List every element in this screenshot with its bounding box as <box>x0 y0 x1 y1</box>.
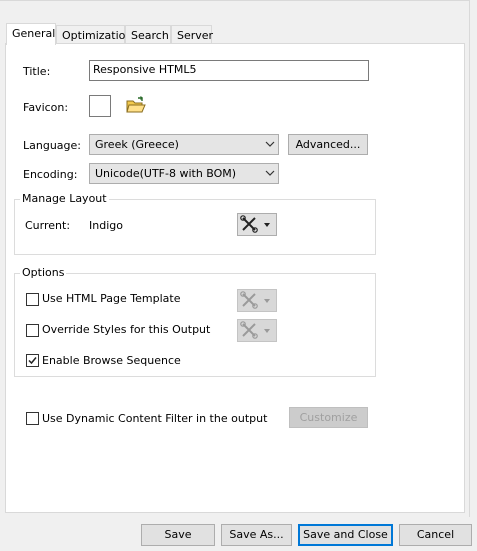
options-title: Options <box>20 266 67 280</box>
cancel-button[interactable]: Cancel <box>399 524 472 546</box>
favicon-label: Favicon: <box>23 101 69 114</box>
use-html-page-template-checkbox[interactable] <box>26 293 39 306</box>
enable-browse-sequence-label: Enable Browse Sequence <box>42 354 181 367</box>
encoding-select[interactable]: Unicode(UTF-8 with BOM) <box>89 163 279 184</box>
window-right-border <box>469 0 470 517</box>
checkmark-icon <box>28 357 37 365</box>
advanced-button[interactable]: Advanced... <box>288 134 368 155</box>
tools-icon <box>240 291 270 309</box>
dynamic-content-filter-label: Use Dynamic Content Filter in the output <box>42 412 268 425</box>
current-layout-value: Indigo <box>89 219 123 232</box>
tab-search-label: Search <box>131 29 169 42</box>
customize-button[interactable]: Customize <box>289 407 368 428</box>
chevron-down-icon <box>265 170 275 176</box>
tab-optimization[interactable]: Optimization <box>56 25 132 45</box>
template-tools-button[interactable] <box>237 289 277 312</box>
open-folder-icon <box>126 96 146 113</box>
tab-search[interactable]: Search <box>125 25 171 45</box>
manage-layout-title: Manage Layout <box>20 192 109 206</box>
tab-server[interactable]: Server <box>171 25 214 45</box>
favicon-preview <box>89 95 111 117</box>
tab-server-label: Server <box>177 29 214 42</box>
encoding-label: Encoding: <box>23 168 78 181</box>
window-top-border <box>0 0 470 1</box>
current-layout-label: Current: <box>25 219 71 232</box>
save-button[interactable]: Save <box>141 524 215 546</box>
title-input[interactable]: Responsive HTML5 <box>89 60 369 81</box>
override-styles-checkbox[interactable] <box>26 324 39 337</box>
language-value: Greek (Greece) <box>95 138 179 151</box>
layout-tools-button[interactable] <box>237 213 277 236</box>
title-label: Title: <box>23 65 51 78</box>
tools-icon <box>240 321 270 339</box>
styles-tools-button[interactable] <box>237 319 277 342</box>
use-html-page-template-label: Use HTML Page Template <box>42 292 181 305</box>
save-and-close-button[interactable]: Save and Close <box>298 524 393 546</box>
tab-general[interactable]: General <box>6 23 56 45</box>
override-styles-label: Override Styles for this Output <box>42 323 211 336</box>
tools-icon <box>240 215 270 233</box>
encoding-value: Unicode(UTF-8 with BOM) <box>95 167 237 180</box>
tab-general-label: General <box>12 27 56 40</box>
chevron-down-icon <box>265 141 275 147</box>
language-label: Language: <box>23 139 81 152</box>
tab-optimization-label: Optimization <box>62 29 133 42</box>
dynamic-content-filter-checkbox[interactable] <box>26 412 39 425</box>
language-select[interactable]: Greek (Greece) <box>89 134 279 155</box>
favicon-browse-button[interactable] <box>125 96 147 116</box>
save-as-button[interactable]: Save As... <box>221 524 292 546</box>
enable-browse-sequence-checkbox[interactable] <box>26 354 39 367</box>
